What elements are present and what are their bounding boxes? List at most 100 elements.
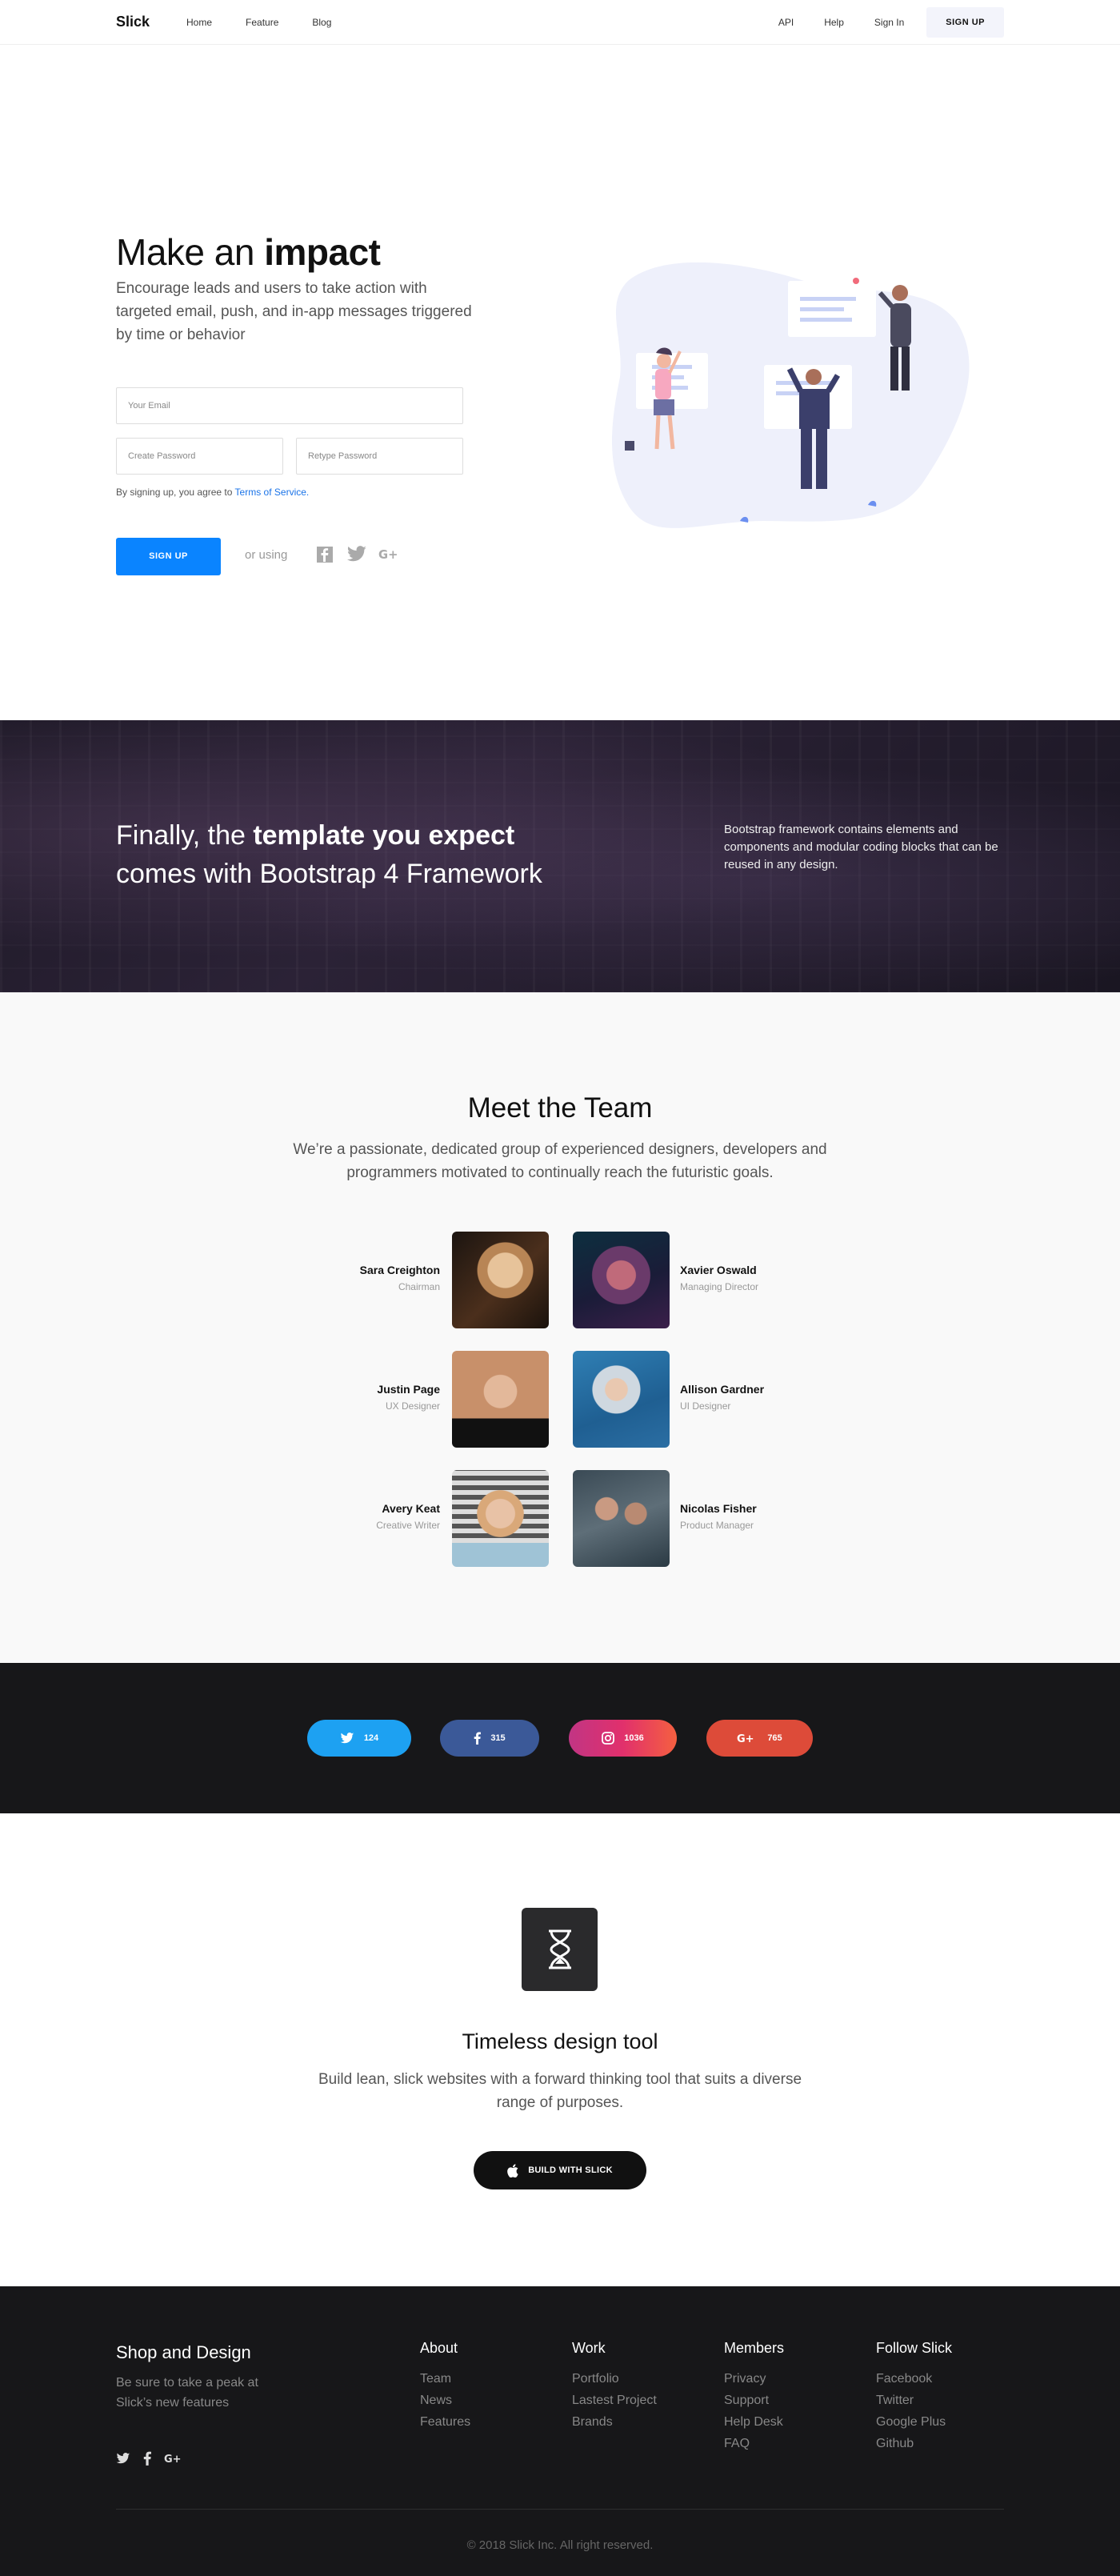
twitter-icon[interactable] [116, 2452, 130, 2469]
footer-link[interactable]: Help Desk [724, 2411, 784, 2433]
twitter-icon[interactable] [346, 544, 367, 565]
team-member-card: Allison Gardner UI Designer [573, 1351, 776, 1448]
team-description: We’re a passionate, dedicated group of e… [293, 1141, 827, 1181]
email-input[interactable]: Your Email [116, 387, 463, 424]
google-plus-icon[interactable]: G+ [378, 544, 399, 565]
member-photo [573, 1351, 670, 1448]
build-with-slick-button[interactable]: BUILD WITH SLICK [474, 2151, 646, 2189]
google-plus-count-button[interactable]: G+ 765 [706, 1720, 813, 1757]
hero-social-login: G+ [314, 544, 399, 565]
retype-password-input[interactable]: Retype Password [296, 438, 463, 475]
footer-link[interactable]: Github [876, 2433, 952, 2454]
hero-section: Make an impact Encourage leads and users… [0, 45, 1120, 720]
timeless-title: Timeless design tool [462, 2029, 658, 2053]
timeless-section: Timeless design tool Build lean, slick w… [0, 1813, 1120, 2286]
member-role: Product Manager [680, 1520, 754, 1531]
terms-text: By signing up, you agree to Terms of Ser… [116, 487, 309, 498]
nav-link-home[interactable]: Home [186, 17, 212, 28]
nav-link-feature[interactable]: Feature [246, 17, 278, 28]
footer-column-follow: Follow Slick Facebook Twitter Google Plu… [876, 2340, 952, 2454]
member-name: Avery Keat [382, 1502, 440, 1515]
bootstrap-banner: Finally, the template you expect comes wi… [0, 720, 1120, 992]
svg-text:G+: G+ [378, 548, 398, 562]
team-member-card: Justin Page UX Designer [344, 1351, 549, 1448]
banner-title-post: comes with Bootstrap 4 Framework [116, 859, 542, 889]
member-role: UX Designer [385, 1400, 440, 1412]
member-photo [573, 1232, 670, 1328]
footer-link[interactable]: Privacy [724, 2368, 784, 2390]
google-plus-icon: G+ [737, 1733, 754, 1745]
footer-link[interactable]: Lastest Project [572, 2390, 657, 2411]
footer-tagline: Be sure to take a peak at Slick’s new fe… [116, 2376, 258, 2410]
google-plus-icon[interactable]: G+ [164, 2452, 185, 2469]
member-name: Nicolas Fisher [680, 1502, 757, 1515]
twitter-icon [340, 1732, 354, 1743]
team-member-card: Sara Creighton Chairman [344, 1232, 549, 1328]
footer-link[interactable]: Google Plus [876, 2411, 952, 2433]
banner-title-bold: template you expect [253, 820, 515, 851]
twitter-count: 124 [363, 1733, 379, 1743]
instagram-count-button[interactable]: 1036 [569, 1720, 677, 1757]
footer-link[interactable]: News [420, 2390, 470, 2411]
member-role: Creative Writer [376, 1520, 440, 1531]
terms-link[interactable]: Terms of Service. [235, 487, 310, 498]
nav-link-api[interactable]: API [778, 17, 794, 28]
footer-column-title: Follow Slick [876, 2340, 953, 2356]
nav-right-links: API Help Sign In SIGN UP [748, 7, 1004, 38]
facebook-icon[interactable] [314, 544, 335, 565]
hero-title-bold: impact [264, 231, 381, 273]
nav-link-blog[interactable]: Blog [312, 17, 331, 28]
create-password-input[interactable]: Create Password [116, 438, 283, 475]
nav-left-links: Home Feature Blog [186, 17, 365, 28]
member-photo [452, 1351, 549, 1448]
build-button-label: BUILD WITH SLICK [528, 2165, 613, 2175]
hourglass-icon [522, 1908, 598, 1991]
footer-column-about: About Team News Features [420, 2340, 470, 2433]
facebook-count-button[interactable]: 315 [440, 1720, 539, 1757]
nav-signup-button[interactable]: SIGN UP [926, 7, 1004, 38]
nav-link-sign-in[interactable]: Sign In [874, 17, 904, 28]
nav-link-help[interactable]: Help [824, 17, 844, 28]
team-member-card: Xavier Oswald Managing Director [573, 1232, 776, 1328]
or-using-label: or using [245, 548, 288, 562]
twitter-count-button[interactable]: 124 [307, 1720, 411, 1757]
copyright: © 2018 Slick Inc. All right reserved. [466, 2538, 654, 2552]
facebook-count: 315 [490, 1733, 506, 1743]
banner-title-pre: Finally, the [116, 820, 254, 851]
footer-column-title: About [420, 2340, 458, 2356]
footer-link[interactable]: Facebook [876, 2368, 952, 2390]
team-member-card: Avery Keat Creative Writer [344, 1470, 549, 1567]
footer-link[interactable]: FAQ [724, 2433, 784, 2454]
social-counts-band: 124 315 1036 G+ 765 [0, 1663, 1120, 1813]
google-plus-count: 765 [767, 1733, 782, 1743]
facebook-icon [474, 1732, 482, 1745]
top-navbar: Slick Home Feature Blog API Help Sign In… [0, 0, 1120, 45]
banner-text: Bootstrap framework contains elements an… [724, 823, 998, 871]
brand-logo[interactable]: Slick [116, 14, 150, 30]
footer-link[interactable]: Twitter [876, 2390, 952, 2411]
member-name: Xavier Oswald [680, 1264, 757, 1276]
member-role: Managing Director [680, 1281, 759, 1292]
footer-link[interactable]: Features [420, 2411, 470, 2433]
terms-prefix: By signing up, you agree to [116, 487, 235, 498]
hero-title-pre: Make an [116, 231, 265, 273]
footer-link[interactable]: Brands [572, 2411, 657, 2433]
apple-icon [507, 2163, 518, 2177]
hero-signup-button[interactable]: SIGN UP [116, 538, 221, 575]
footer-brand: Shop and Design [116, 2342, 251, 2362]
member-photo [452, 1470, 549, 1567]
footer-column-work: Work Portfolio Lastest Project Brands [572, 2340, 657, 2433]
facebook-icon[interactable] [143, 2451, 151, 2470]
svg-text:G+: G+ [164, 2454, 182, 2465]
instagram-count: 1036 [624, 1733, 644, 1743]
footer-link[interactable]: Support [724, 2390, 784, 2411]
banner-title: Finally, the template you expect comes wi… [116, 816, 596, 893]
member-photo [573, 1470, 670, 1567]
footer-social-links: G+ [116, 2451, 185, 2470]
footer: Shop and Design Be sure to take a peak a… [0, 2286, 1120, 2576]
instagram-icon [602, 1732, 615, 1745]
member-name: Justin Page [377, 1383, 440, 1396]
timeless-text: Build lean, slick websites with a forwar… [318, 2071, 802, 2111]
footer-link[interactable]: Team [420, 2368, 470, 2390]
footer-link[interactable]: Portfolio [572, 2368, 657, 2390]
